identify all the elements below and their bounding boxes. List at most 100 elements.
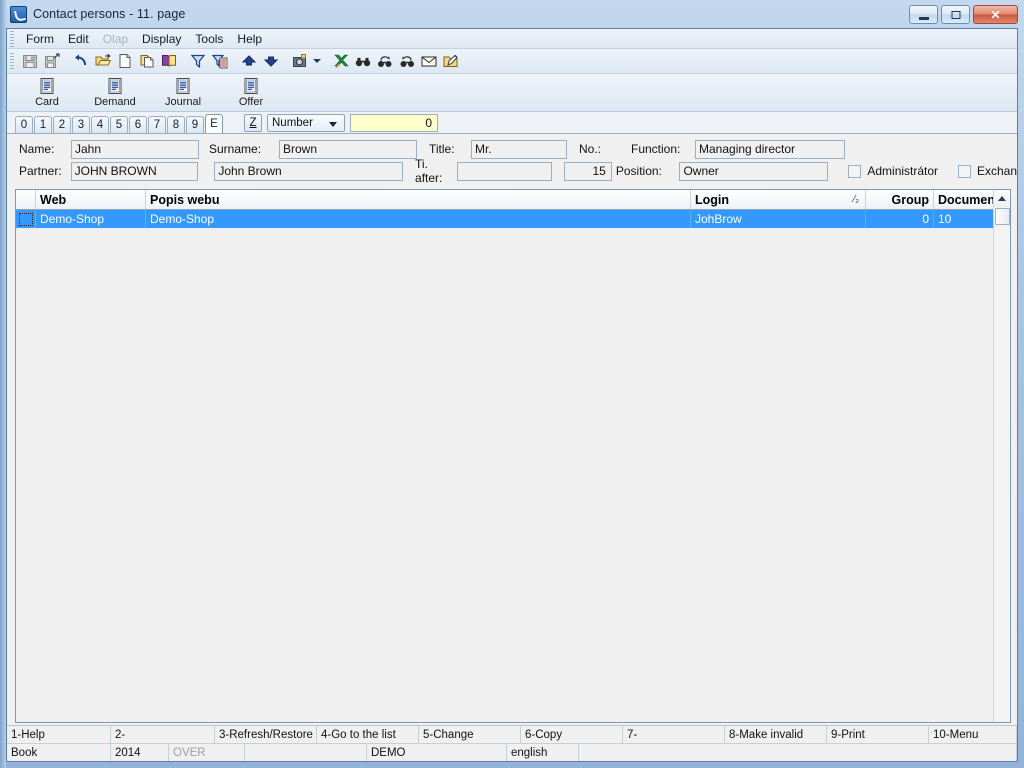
button-card-label: Card <box>35 96 59 108</box>
export-icon[interactable] <box>330 50 352 72</box>
grid-header-group[interactable]: Group <box>866 190 934 209</box>
cell-popis-webu[interactable]: Demo-Shop <box>146 210 691 228</box>
filter-report-icon[interactable] <box>209 50 231 72</box>
camera-icon[interactable] <box>289 50 311 72</box>
fkey-10-menu[interactable]: 10-Menu <box>929 726 1017 743</box>
fkey-3-refresh-restore[interactable]: 3-Refresh/Restore <box>215 726 317 743</box>
fkey-1-help[interactable]: 1-Help <box>7 726 111 743</box>
find-previous-icon[interactable] <box>396 50 418 72</box>
row-focus-box <box>17 211 34 227</box>
mode-select[interactable]: Number <box>267 114 345 132</box>
close-button[interactable]: ✕ <box>973 5 1018 24</box>
scroll-up-button[interactable] <box>994 190 1010 207</box>
tab-5[interactable]: 5 <box>110 116 128 133</box>
tab-2[interactable]: 2 <box>53 116 71 133</box>
scroll-up-arrow-icon <box>998 196 1006 201</box>
fkey-2[interactable]: 2- <box>111 726 215 743</box>
tab-4[interactable]: 4 <box>91 116 109 133</box>
tab-3[interactable]: 3 <box>72 116 90 133</box>
z-button[interactable]: Z <box>244 114 262 132</box>
row-selector[interactable] <box>16 210 36 228</box>
button-card[interactable]: Card <box>23 77 71 108</box>
tab-0[interactable]: 0 <box>15 116 33 133</box>
menu-tools[interactable]: Tools <box>188 30 230 48</box>
fkey-7[interactable]: 7- <box>623 726 725 743</box>
minimize-button[interactable] <box>909 5 938 24</box>
tab-6[interactable]: 6 <box>129 116 147 133</box>
cell-web[interactable]: Demo-Shop <box>36 210 146 228</box>
grid-header-document[interactable]: Documen <box>934 190 998 209</box>
menu-edit[interactable]: Edit <box>61 30 96 48</box>
grid-header-popis-webu[interactable]: Popis webu <box>146 190 691 209</box>
table-row[interactable]: Demo-Shop Demo-Shop JohBrow 0 10 <box>16 210 1010 228</box>
tab-e[interactable]: E <box>205 114 223 133</box>
toolbar-drag-grip[interactable] <box>9 53 15 69</box>
open-folder-icon[interactable] <box>92 50 114 72</box>
book-icon[interactable] <box>158 50 180 72</box>
label-title-after: Ti. after: <box>415 157 443 185</box>
tab-8[interactable]: 8 <box>167 116 185 133</box>
mode-select-value: Number <box>272 117 313 129</box>
grid-body: Demo-Shop Demo-Shop JohBrow 0 10 <box>16 210 1010 722</box>
find-icon[interactable] <box>352 50 374 72</box>
field-title-after[interactable] <box>456 161 553 181</box>
maximize-button[interactable] <box>941 5 970 24</box>
client-area: Form Edit Olap Display Tools Help Card D… <box>6 28 1018 762</box>
fkey-6-copy[interactable]: 6-Copy <box>521 726 623 743</box>
arrow-up-icon[interactable] <box>238 50 260 72</box>
new-document-icon[interactable] <box>114 50 136 72</box>
filter-icon[interactable] <box>187 50 209 72</box>
mail-icon[interactable] <box>418 50 440 72</box>
menu-display[interactable]: Display <box>135 30 188 48</box>
find-next-icon[interactable] <box>374 50 396 72</box>
field-name[interactable]: Jahn <box>71 139 199 159</box>
tab-7[interactable]: 7 <box>148 116 166 133</box>
grid-header-web[interactable]: Web <box>36 190 146 209</box>
button-offer[interactable]: Offer <box>227 77 275 108</box>
status-book: Book <box>7 744 111 761</box>
tab-9[interactable]: 9 <box>186 116 204 133</box>
arrow-down-icon[interactable] <box>260 50 282 72</box>
menu-help[interactable]: Help <box>230 30 269 48</box>
checkbox-administrator[interactable] <box>848 164 862 178</box>
field-title[interactable]: Mr. <box>471 139 567 159</box>
fkey-4-go-to-the-list[interactable]: 4-Go to the list <box>317 726 419 743</box>
field-no[interactable]: 15 <box>564 161 612 181</box>
tab-1[interactable]: 1 <box>34 116 52 133</box>
field-partner[interactable]: JOHN BROWN <box>70 161 198 181</box>
status-demo: DEMO <box>367 744 507 761</box>
cell-document[interactable]: 10 <box>934 210 998 228</box>
fkey-8-make-invalid[interactable]: 8-Make invalid <box>725 726 827 743</box>
field-surname[interactable]: Brown <box>279 139 417 159</box>
label-function: Function: <box>631 142 681 156</box>
camera-dropdown-button[interactable] <box>311 50 323 72</box>
scrollbar-thumb[interactable] <box>994 208 1010 225</box>
grid-header-row: Web Popis webu Login ⁄₂ Group Documen <box>16 190 1010 210</box>
button-journal[interactable]: Journal <box>159 77 207 108</box>
field-function[interactable]: Managing director <box>695 139 845 159</box>
application-window: Contact persons - 11. page ✕ Form Edit O… <box>0 0 1024 768</box>
tab-extra-controls: Z Number 0 <box>244 114 438 132</box>
grid-vertical-scrollbar[interactable] <box>993 190 1010 722</box>
grid-header-login[interactable]: Login ⁄₂ <box>691 190 866 209</box>
save-as-icon <box>41 50 63 72</box>
undo-icon[interactable] <box>70 50 92 72</box>
button-demand[interactable]: Demand <box>91 77 139 108</box>
edit-folder-icon[interactable] <box>440 50 462 72</box>
field-partner-full[interactable]: John Brown <box>214 161 404 181</box>
detail-form: Name: Jahn Surname: Brown Title: Mr. No.… <box>7 134 1017 186</box>
field-position[interactable]: Owner <box>679 161 829 181</box>
cell-login[interactable]: JohBrow <box>691 210 866 228</box>
number-input-value: 0 <box>425 116 432 130</box>
grid-header-login-label: Login <box>695 192 730 207</box>
status-bar: Book 2014 OVER DEMO english <box>7 743 1017 761</box>
cell-group[interactable]: 0 <box>866 210 934 228</box>
menu-form[interactable]: Form <box>19 30 61 48</box>
menu-drag-grip[interactable] <box>9 30 15 47</box>
status-over: OVER <box>169 744 245 761</box>
fkey-5-change[interactable]: 5-Change <box>419 726 521 743</box>
checkbox-exchange[interactable] <box>958 164 971 178</box>
fkey-9-print[interactable]: 9-Print <box>827 726 929 743</box>
number-input[interactable]: 0 <box>350 114 438 132</box>
copy-icon[interactable] <box>136 50 158 72</box>
